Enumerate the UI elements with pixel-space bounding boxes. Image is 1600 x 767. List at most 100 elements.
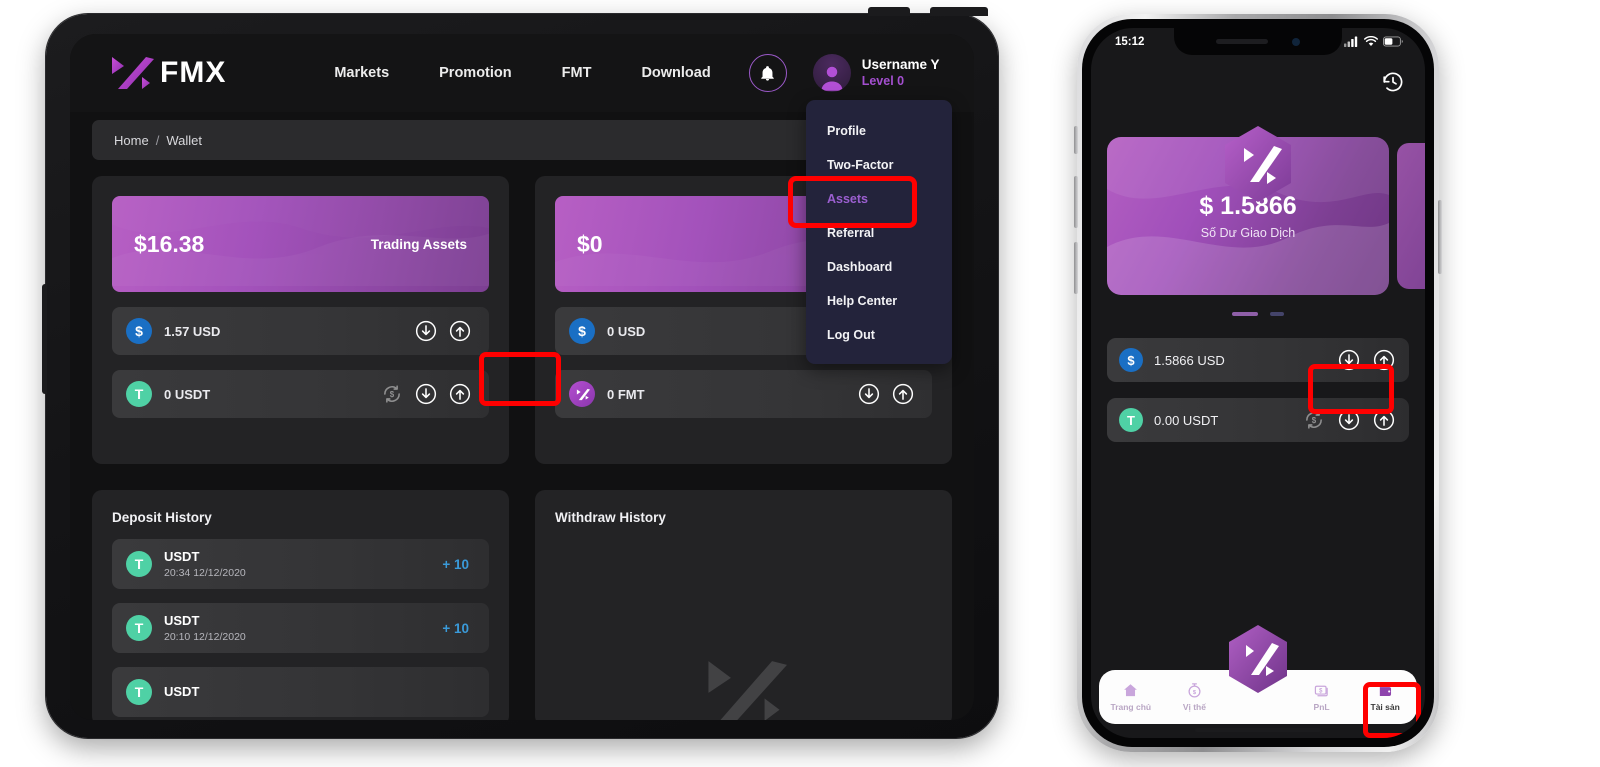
nav-item-trang-chu[interactable]: Trang chủ xyxy=(1099,682,1163,712)
history-symbol: USDT xyxy=(164,549,200,565)
nav-item-pnl[interactable]: $ PnL xyxy=(1290,682,1354,712)
history-row: Deposit History T USDT 20:34 12/12/2020 … xyxy=(92,490,952,720)
balance-card-trading: $16.38 Trading Assets xyxy=(112,196,489,292)
center-fab-logo-button[interactable] xyxy=(1227,624,1289,694)
bell-icon xyxy=(761,65,774,81)
usdt-coin-icon: T xyxy=(126,551,152,577)
nav-item-download[interactable]: Download xyxy=(641,65,710,81)
usd-coin-icon: $ xyxy=(1119,348,1143,372)
phone-volume-down-button[interactable] xyxy=(1074,242,1078,294)
nav-item-tai-san[interactable]: Tài sản xyxy=(1353,682,1417,712)
upload-arrow-icon[interactable] xyxy=(449,320,471,342)
breadcrumb-home[interactable]: Home xyxy=(114,133,149,148)
breadcrumb-current: Wallet xyxy=(166,132,202,148)
nav-item-promotion[interactable]: Promotion xyxy=(439,65,512,81)
menu-item-profile[interactable]: Profile xyxy=(806,114,952,148)
mobile-bottom-area: Trang chủ $ Vị thế $ PnL Tài sản xyxy=(1091,625,1425,738)
table-row[interactable]: T USDT xyxy=(112,667,489,717)
download-arrow-icon[interactable] xyxy=(415,383,437,405)
history-timestamp: 20:34 12/12/2020 xyxy=(164,566,246,579)
wallet-panel-trading: $16.38 Trading Assets $ 1.57 USD T 0 USD… xyxy=(92,176,509,464)
download-arrow-icon[interactable] xyxy=(1338,349,1360,371)
history-timestamp: 20:10 12/12/2020 xyxy=(164,630,246,643)
tablet-device-frame: FMX Markets Promotion FMT Download Usern… xyxy=(42,7,998,738)
table-row[interactable]: T USDT 20:34 12/12/2020 + 10 xyxy=(112,539,489,589)
mobile-balance-card-next[interactable] xyxy=(1397,143,1425,289)
mobile-asset-list: $ 1.5866 USD T 0.00 USDT $ xyxy=(1091,338,1425,442)
upload-arrow-icon[interactable] xyxy=(449,383,471,405)
breadcrumb-separator: / xyxy=(155,132,160,148)
mobile-asset-row-usdt[interactable]: T 0.00 USDT $ xyxy=(1107,398,1409,442)
battery-icon xyxy=(1383,36,1403,47)
asset-actions-usdt: $ xyxy=(381,383,471,405)
phone-mute-switch[interactable] xyxy=(1074,126,1078,154)
tablet-top-button-right[interactable] xyxy=(930,7,988,16)
screenshot-stage: FMX Markets Promotion FMT Download Usern… xyxy=(0,0,1600,767)
history-meta: USDT xyxy=(164,683,199,701)
swap-dollar-icon[interactable]: $ xyxy=(381,383,403,405)
phone-power-button[interactable] xyxy=(1438,200,1442,274)
tablet-top-button-left[interactable] xyxy=(868,7,910,16)
upload-arrow-icon[interactable] xyxy=(892,383,914,405)
svg-text:$: $ xyxy=(1312,416,1317,425)
notification-bell-button[interactable] xyxy=(748,54,787,92)
wallet-icon xyxy=(1379,684,1391,697)
pagination-dot-active[interactable] xyxy=(1232,312,1258,316)
withdraw-history-title: Withdraw History xyxy=(555,510,666,525)
asset-row-usdt[interactable]: T 0 USDT $ xyxy=(112,370,489,418)
pagination-dot[interactable] xyxy=(1270,312,1284,316)
usdt-coin-icon: T xyxy=(1119,408,1143,432)
phone-volume-up-button[interactable] xyxy=(1074,176,1078,228)
person-icon xyxy=(821,66,843,91)
download-arrow-icon[interactable] xyxy=(858,383,880,405)
menu-item-dashboard[interactable]: Dashboard xyxy=(806,250,952,284)
withdraw-history-panel: Withdraw History xyxy=(535,490,952,720)
stopwatch-icon: $ xyxy=(1188,683,1201,698)
deposit-history-title: Deposit History xyxy=(112,510,212,525)
nav-label-tai-san: Tài sản xyxy=(1370,702,1400,712)
user-dropdown-menu: Profile Two-Factor Assets Referral Dashb… xyxy=(788,100,952,364)
table-row[interactable]: T USDT 20:10 12/12/2020 + 10 xyxy=(112,603,489,653)
asset-row-usd[interactable]: $ 1.57 USD xyxy=(112,307,489,355)
carousel-pagination xyxy=(1091,312,1425,316)
menu-item-help-center[interactable]: Help Center xyxy=(806,284,952,318)
fmx-hex-logo-icon xyxy=(1225,126,1291,202)
brand-logo[interactable]: FMX xyxy=(108,53,226,93)
upload-arrow-icon[interactable] xyxy=(1373,349,1395,371)
cellular-signal-icon xyxy=(1344,36,1358,47)
avatar xyxy=(812,54,851,92)
nav-item-markets[interactable]: Markets xyxy=(334,65,389,81)
clock-history-icon[interactable] xyxy=(1381,70,1405,94)
nav-label-vi-the: Vị thế xyxy=(1182,702,1206,712)
menu-item-two-factor[interactable]: Two-Factor xyxy=(806,148,952,182)
phone-device-frame: 15:12 $ 1.5866 Số Dư Giao Dịch $ 1.5866 … xyxy=(1074,14,1442,752)
mobile-asset-row-usd[interactable]: $ 1.5866 USD xyxy=(1107,338,1409,382)
nav-item-vi-the[interactable]: $ Vị thế xyxy=(1163,682,1227,712)
mobile-asset-amount-usd: 1.5866 USD xyxy=(1154,352,1225,368)
fmx-watermark-icon xyxy=(707,661,787,720)
menu-item-assets[interactable]: Assets xyxy=(806,182,952,216)
brand-name: FMX xyxy=(160,56,227,89)
upload-arrow-icon[interactable] xyxy=(1373,409,1395,431)
swap-dollar-icon[interactable]: $ xyxy=(1303,409,1325,431)
phone-status-bar: 15:12 xyxy=(1091,28,1425,55)
status-icons xyxy=(1344,36,1403,47)
download-arrow-icon[interactable] xyxy=(1338,409,1360,431)
status-time: 15:12 xyxy=(1115,35,1145,48)
fmx-mark-icon xyxy=(576,388,590,400)
asset-amount-fmt: 0 FMT xyxy=(607,386,645,402)
download-arrow-icon[interactable] xyxy=(415,320,437,342)
asset-row-fmt[interactable]: 0 FMT xyxy=(555,370,932,418)
home-indicator-bar xyxy=(1195,728,1321,732)
history-amount: + 10 xyxy=(442,620,469,636)
asset-actions-usd xyxy=(415,320,471,342)
tablet-side-button[interactable] xyxy=(42,284,47,394)
svg-text:$: $ xyxy=(1193,690,1197,696)
deposit-history-panel: Deposit History T USDT 20:34 12/12/2020 … xyxy=(92,490,509,720)
user-meta: Username Y Level 0 xyxy=(862,57,940,90)
menu-item-referral[interactable]: Referral xyxy=(806,216,952,250)
menu-item-log-out[interactable]: Log Out xyxy=(806,318,952,352)
nav-item-fmt[interactable]: FMT xyxy=(562,65,592,81)
asset-actions-fmt xyxy=(858,383,914,405)
user-profile-button[interactable]: Username Y Level 0 xyxy=(812,54,940,92)
